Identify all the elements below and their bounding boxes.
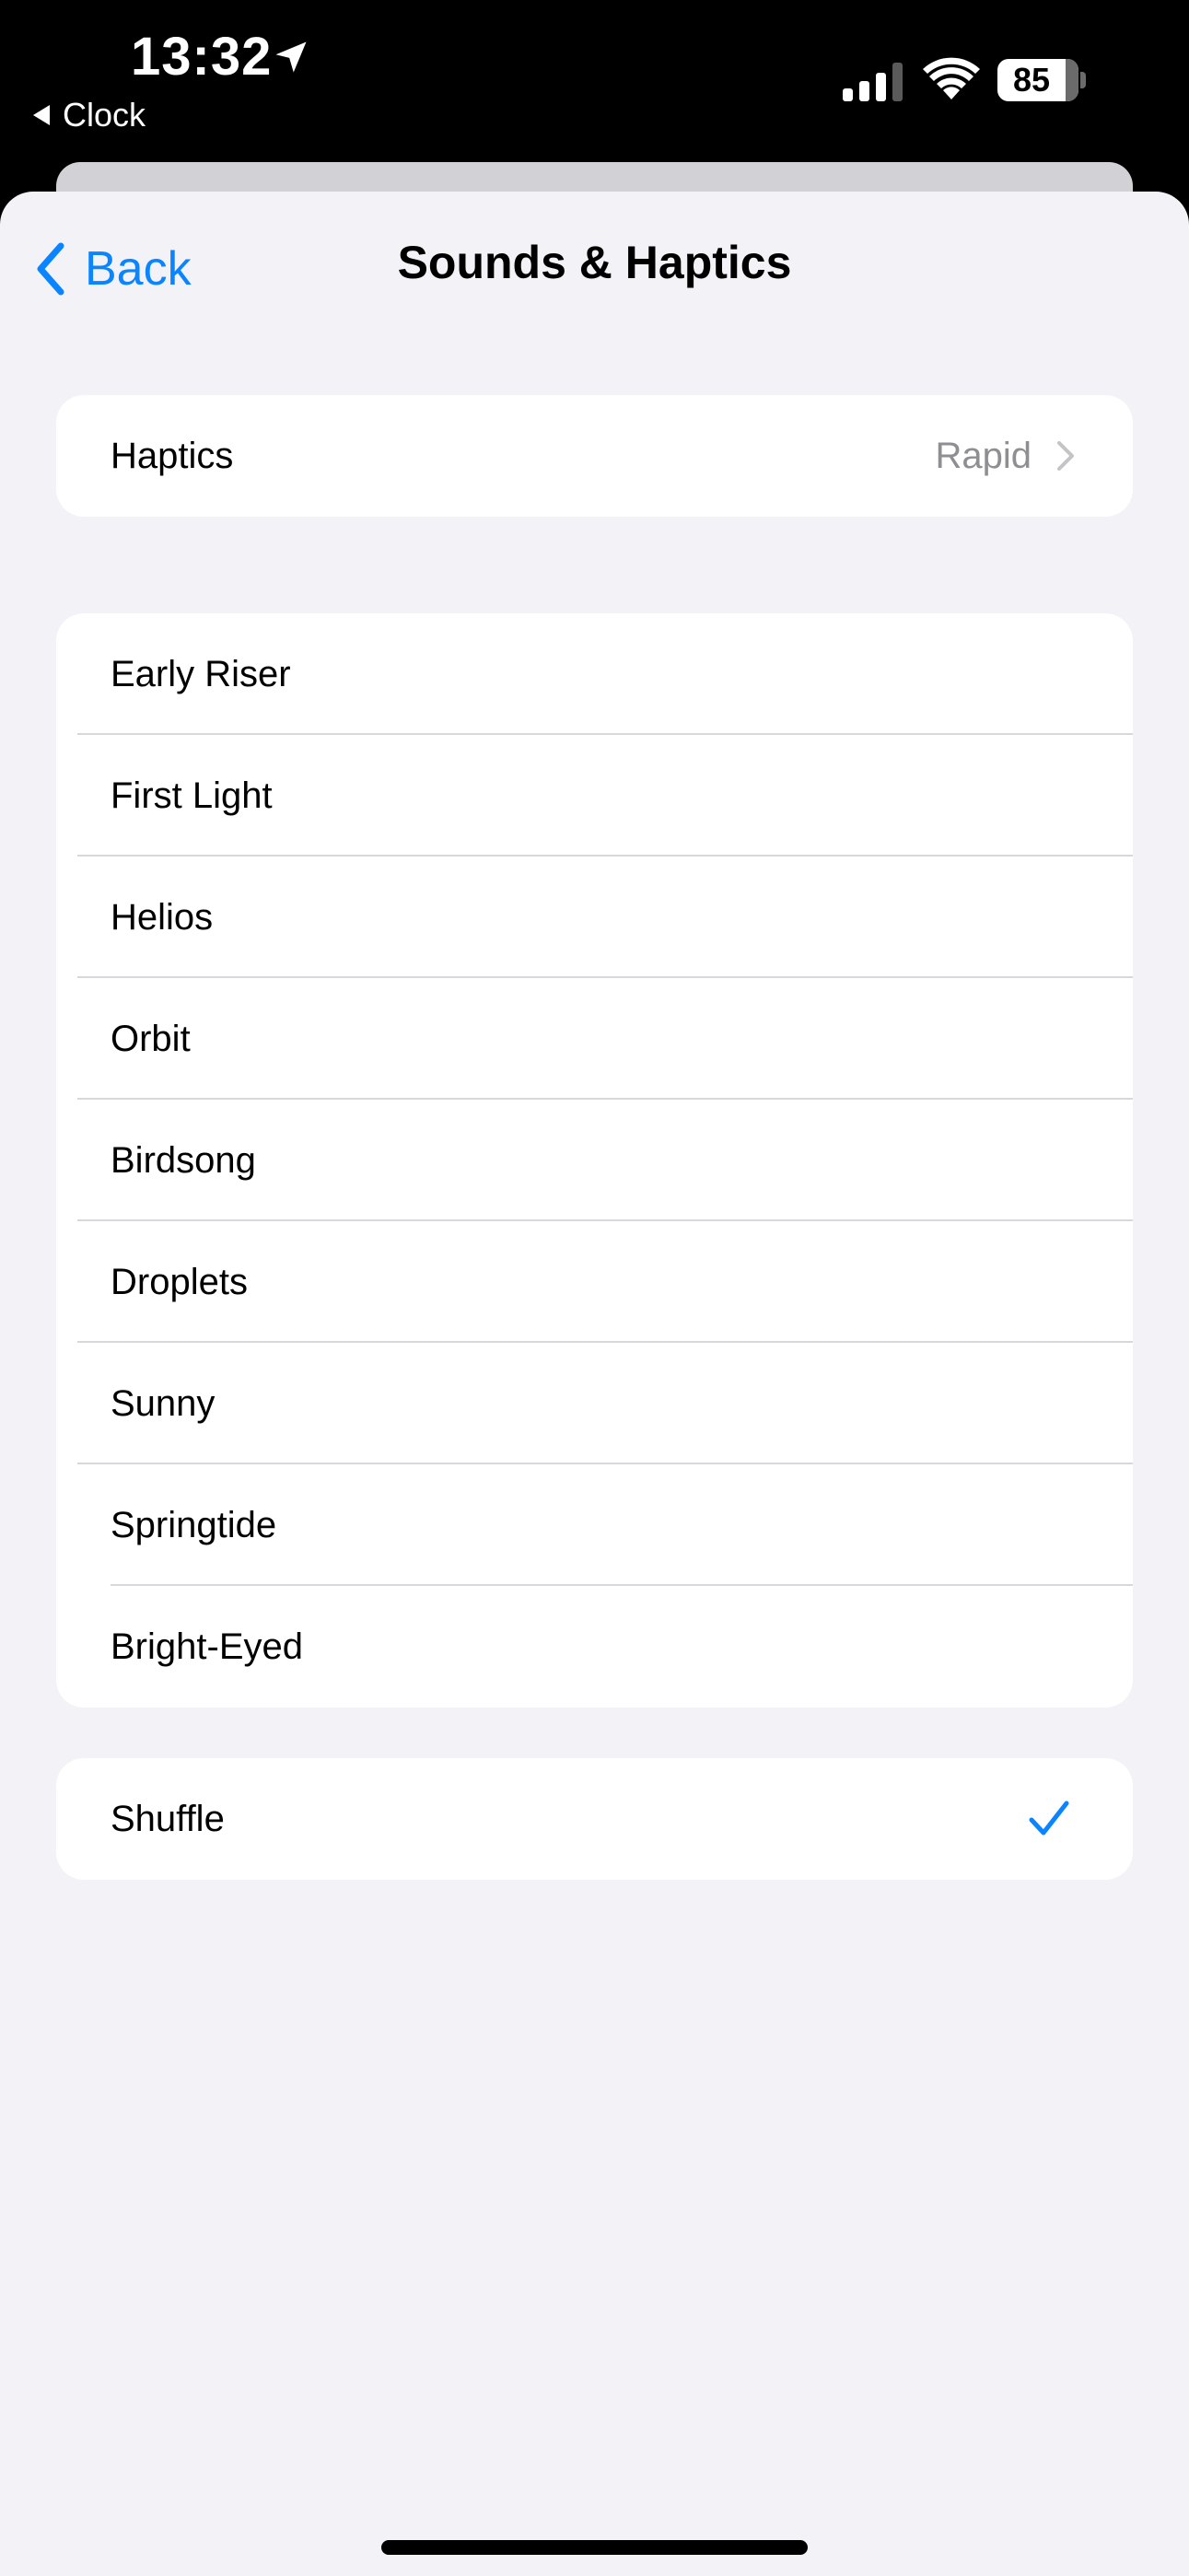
- sound-item-orbit[interactable]: Orbit: [56, 978, 1133, 1100]
- sound-label: Helios: [111, 896, 214, 938]
- sound-label: Sunny: [111, 1382, 216, 1424]
- location-arrow-icon: [275, 41, 307, 73]
- sound-label: Orbit: [111, 1018, 191, 1059]
- status-time: 13:32: [131, 27, 273, 87]
- battery-icon: 85: [997, 59, 1078, 101]
- sound-label: Bright-Eyed: [111, 1626, 303, 1667]
- haptics-value: Rapid: [935, 435, 1032, 476]
- battery-level: 85: [1012, 61, 1051, 99]
- shuffle-label: Shuffle: [111, 1798, 225, 1839]
- sound-item-bright-eyed[interactable]: Bright-Eyed: [56, 1586, 1133, 1708]
- haptics-label: Haptics: [111, 435, 234, 476]
- checkmark-icon: [1029, 1801, 1069, 1836]
- sound-item-sunny[interactable]: Sunny: [56, 1343, 1133, 1464]
- haptics-group: Haptics Rapid: [56, 395, 1133, 517]
- home-indicator[interactable]: [381, 2540, 808, 2555]
- back-triangle-icon: [33, 105, 50, 125]
- sound-label: Early Riser: [111, 653, 291, 694]
- sound-item-springtide[interactable]: Springtide: [56, 1464, 1133, 1586]
- cellular-signal-icon: [843, 63, 903, 101]
- sound-item-droplets[interactable]: Droplets: [56, 1221, 1133, 1343]
- sounds-list: Early Riser First Light Helios Orbit Bir…: [56, 613, 1133, 1708]
- haptics-row[interactable]: Haptics Rapid: [56, 395, 1133, 517]
- sound-label: First Light: [111, 775, 273, 816]
- wifi-icon: [923, 57, 980, 99]
- sound-label: Springtide: [111, 1504, 277, 1545]
- chevron-right-icon: [1057, 441, 1074, 471]
- sound-label: Birdsong: [111, 1139, 256, 1181]
- shuffle-row[interactable]: Shuffle: [56, 1758, 1133, 1880]
- sound-label: Droplets: [111, 1261, 248, 1302]
- sound-item-first-light[interactable]: First Light: [56, 735, 1133, 857]
- page-title: Sounds & Haptics: [397, 237, 792, 288]
- sound-item-helios[interactable]: Helios: [56, 857, 1133, 978]
- shuffle-group: Shuffle: [56, 1758, 1133, 1880]
- screen: 13:32 Clock 85 Back Sounds & Haptics Hap…: [0, 0, 1189, 2576]
- sound-item-birdsong[interactable]: Birdsong: [56, 1100, 1133, 1221]
- back-to-app-link[interactable]: Clock: [33, 96, 146, 134]
- sound-item-early-riser[interactable]: Early Riser: [56, 613, 1133, 735]
- back-to-app-label: Clock: [63, 96, 146, 134]
